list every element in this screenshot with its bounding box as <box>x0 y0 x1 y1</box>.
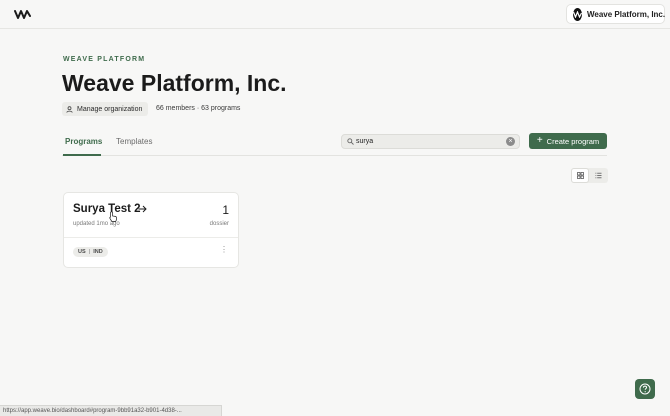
help-icon <box>639 383 651 395</box>
org-switcher-button[interactable]: Weave Platform, Inc. <box>566 4 665 24</box>
tag-separator: | <box>88 249 91 255</box>
manage-organization-label: Manage organization <box>77 105 143 113</box>
region-tag-ind: IND <box>93 249 103 255</box>
tab-programs[interactable]: Programs <box>65 137 102 146</box>
help-button[interactable] <box>635 379 655 399</box>
arrow-right-icon <box>138 205 147 213</box>
create-program-label: Create program <box>546 136 600 146</box>
tab-templates[interactable]: Templates <box>116 137 152 146</box>
page-eyebrow: WEAVE PLATFORM <box>63 56 146 63</box>
user-icon <box>66 105 73 113</box>
manage-organization-button[interactable]: Manage organization <box>62 102 148 116</box>
grid-view-icon <box>576 172 584 179</box>
org-avatar-icon <box>573 7 582 21</box>
pointer-cursor-icon <box>109 211 117 222</box>
page-title: Weave Platform, Inc. <box>62 70 287 96</box>
weave-logo-icon[interactable] <box>14 8 32 21</box>
create-program-button[interactable]: + Create program <box>529 133 607 149</box>
view-toggle <box>571 168 608 183</box>
program-name[interactable]: Surya Test 2 <box>73 203 141 215</box>
active-tab-indicator <box>63 154 101 156</box>
program-card[interactable]: Surya Test 2 updated 1mo ago 1 dossier U… <box>63 192 239 268</box>
list-view-button[interactable] <box>589 168 607 183</box>
card-divider <box>64 237 238 238</box>
search-icon <box>347 138 354 145</box>
top-bar: Weave Platform, Inc. <box>0 0 670 29</box>
grid-view-button[interactable] <box>571 168 589 183</box>
more-options-icon[interactable]: ⋮ <box>220 246 228 254</box>
org-stats: 66 members · 63 programs <box>156 105 241 112</box>
list-view-icon <box>595 172 601 179</box>
status-bar-url: https://app.weave.bio/dashboard#program-… <box>0 405 222 416</box>
search-box[interactable]: × <box>341 134 520 149</box>
dossier-count: 1 <box>222 203 229 217</box>
region-tag-us: US <box>78 249 86 255</box>
org-switcher-label: Weave Platform, Inc. <box>587 9 666 19</box>
clear-icon[interactable]: × <box>506 137 515 146</box>
plus-icon: + <box>536 135 543 146</box>
search-input[interactable] <box>356 136 506 147</box>
dossier-count-label: dossier <box>209 221 229 227</box>
region-tag: US | IND <box>73 247 108 257</box>
tabs-divider <box>62 155 607 156</box>
